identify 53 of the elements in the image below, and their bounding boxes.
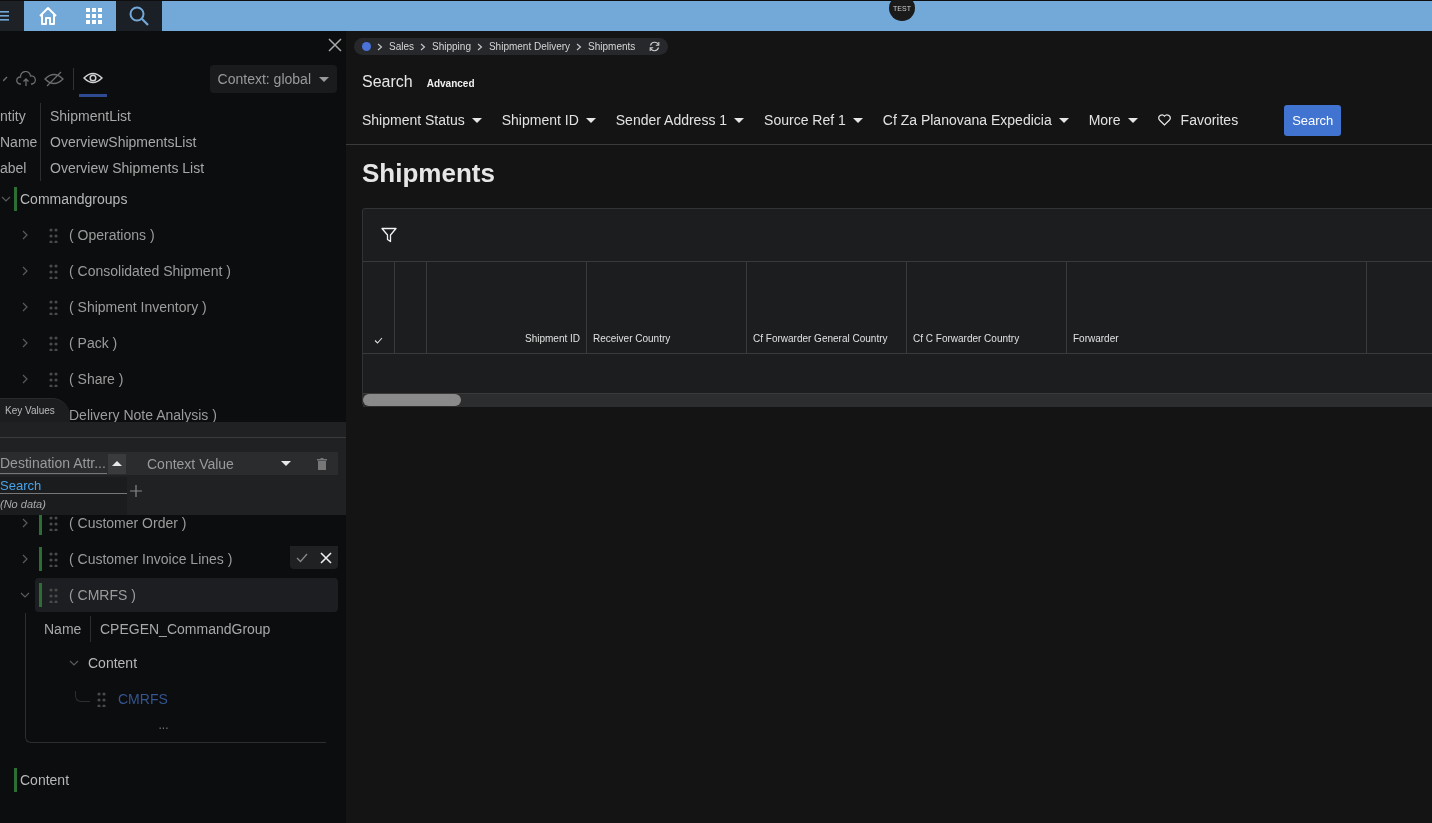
empty-text: (No data): [0, 494, 127, 515]
filter-dropdown[interactable]: Shipment Status: [362, 112, 482, 128]
tree-row[interactable]: ( Customer Invoice Lines ): [35, 542, 338, 576]
filter-dropdown[interactable]: Shipment ID: [501, 112, 596, 128]
tree-label[interactable]: ( Shipment Inventory ): [69, 299, 207, 315]
breadcrumb-link[interactable]: Shipments: [588, 41, 636, 52]
column-header[interactable]: Cf C Forwarder Country: [907, 262, 1067, 353]
breadcrumb-link[interactable]: Shipment Delivery: [488, 41, 571, 52]
tree-label[interactable]: ( Operations ): [69, 227, 155, 243]
property-label: Name: [0, 134, 39, 150]
search-title: Search: [362, 73, 413, 91]
property-value: ShipmentList: [40, 103, 131, 129]
advanced-link[interactable]: Advanced: [426, 78, 475, 89]
tree-label[interactable]: ( CMRFS ): [69, 587, 136, 603]
tree-row[interactable]: ( Operations ): [35, 218, 338, 252]
popup-tab[interactable]: Key Values: [0, 398, 70, 422]
tree-row[interactable]: ( Pack ): [35, 326, 338, 360]
property-label: Name: [44, 621, 83, 637]
context-dropdown[interactable]: Context: global: [209, 65, 337, 93]
property-value: OverviewShipmentsList: [40, 129, 197, 155]
favorites-button[interactable]: Favorites: [1157, 112, 1239, 128]
filter-dropdown[interactable]: Source Ref 1: [764, 112, 863, 128]
breadcrumb-link[interactable]: Sales: [389, 41, 414, 52]
filter-dropdown[interactable]: Cf Za Planovana Expedicia: [882, 112, 1069, 128]
tree-label[interactable]: Commandgroups: [20, 191, 128, 207]
column-header[interactable]: Cf Forwarder General Country: [747, 262, 907, 353]
property-value: Overview Shipments List: [40, 155, 205, 181]
tree-label[interactable]: Content: [20, 772, 70, 788]
column-header[interactable]: Shipment ID: [427, 262, 587, 353]
column-header[interactable]: Receiver Country: [587, 262, 747, 353]
tree-label[interactable]: ( Pack ): [69, 335, 118, 351]
tree-label[interactable]: ( Customer Invoice Lines ): [69, 551, 233, 567]
breadcrumb-link[interactable]: Shipping: [432, 41, 471, 52]
more-indicator[interactable]: ...: [1, 718, 326, 740]
column-header[interactable]: Forwarder: [1067, 262, 1367, 353]
search-button[interactable]: Search: [1284, 104, 1342, 136]
tree-row[interactable]: ( Share ): [35, 362, 338, 396]
filter-dropdown[interactable]: More: [1088, 112, 1138, 128]
search-field[interactable]: Search: [0, 477, 127, 494]
column-field[interactable]: Destination Attr...: [0, 453, 107, 474]
tree-row[interactable]: ( Consolidated Shipment ): [35, 254, 338, 288]
property-value: CPEGEN_CommandGroup: [90, 616, 271, 642]
tree-label[interactable]: ( Consolidated Shipment ): [69, 263, 231, 279]
tree-label[interactable]: Content: [88, 655, 138, 671]
page-title: Shipments: [362, 157, 496, 189]
tree-row[interactable]: ( Shipment Inventory ): [35, 290, 338, 324]
tree-label[interactable]: ( Share ): [69, 371, 124, 387]
tree-row[interactable]: ( CMRFS ): [35, 578, 338, 612]
property-label: abel: [0, 160, 28, 176]
filter-dropdown[interactable]: Sender Address 1: [615, 112, 745, 128]
tree-label[interactable]: ( Customer Order ): [69, 515, 187, 531]
property-label: ntity: [0, 108, 27, 124]
column-label: Context Value: [147, 455, 234, 472]
